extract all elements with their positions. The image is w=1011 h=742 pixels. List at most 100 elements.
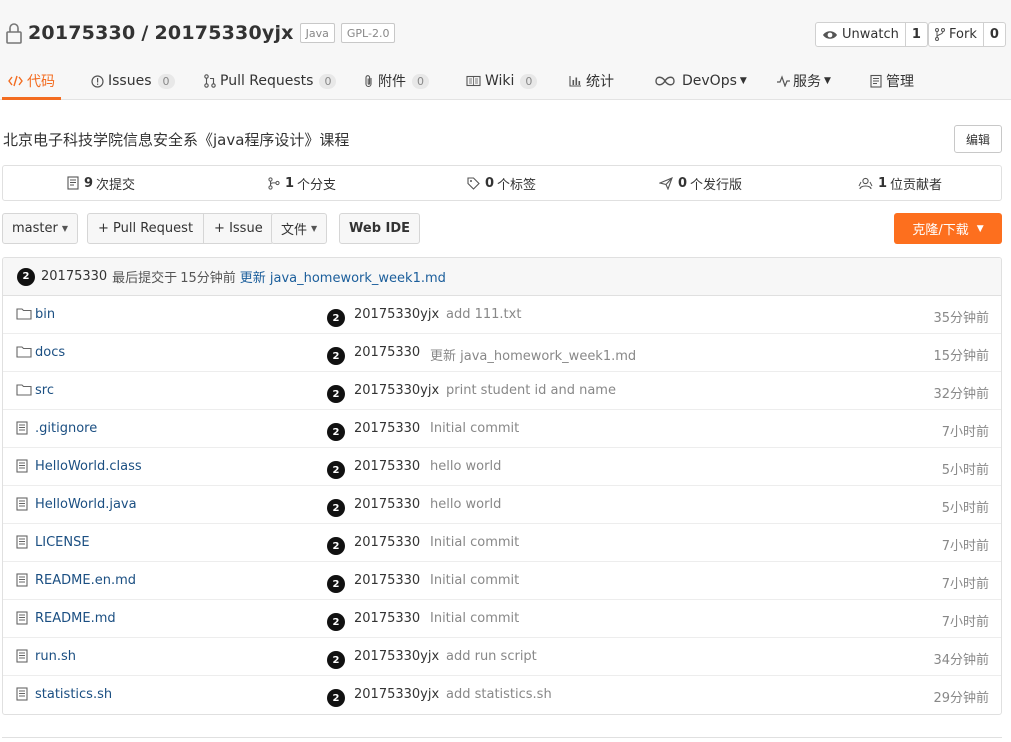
table-row[interactable]: README.en.md 2 20175330 Initial commit 7小时前 (3, 562, 1001, 600)
language-tag[interactable]: Java (299, 23, 335, 43)
commit-author[interactable]: 20175330 (354, 497, 420, 512)
tab-pull-requests[interactable]: Pull Requests 0 (204, 62, 337, 100)
commit-time: 7小时前 (941, 425, 989, 440)
commit-message[interactable]: add run script (446, 649, 537, 664)
file-icon (16, 535, 28, 549)
commit-author[interactable]: 20175330yjx (354, 383, 439, 398)
tab-issues[interactable]: Issues 0 (91, 62, 175, 100)
table-row[interactable]: run.sh 2 20175330yjx add run script 34分钟前 (3, 638, 1001, 676)
branch-select[interactable]: master ▼ (2, 213, 78, 244)
file-name[interactable]: HelloWorld.class (35, 459, 142, 474)
stat-branches[interactable]: 1 个分支 (268, 166, 336, 200)
avatar[interactable]: 2 (327, 651, 345, 669)
commit-author[interactable]: 20175330 (354, 611, 420, 626)
file-name[interactable]: README.md (35, 611, 116, 626)
folder-icon-wrap (16, 345, 32, 362)
repo-title[interactable]: 20175330 / 20175330yjx (28, 22, 294, 44)
file-name[interactable]: .gitignore (35, 421, 97, 436)
file-name[interactable]: statistics.sh (35, 687, 112, 702)
tab-services[interactable]: 服务 ▼ (776, 62, 831, 100)
table-row[interactable]: statistics.sh 2 20175330yjx add statistics.… (3, 676, 1001, 714)
commit-message[interactable]: add statistics.sh (446, 687, 552, 702)
attachments-count-badge: 0 (412, 73, 429, 89)
commit-message[interactable]: hello world (430, 459, 501, 474)
commit-author[interactable]: 20175330 (354, 535, 420, 550)
commit-message[interactable]: add 111.txt (446, 307, 521, 322)
avatar[interactable]: 2 (327, 499, 345, 517)
table-row[interactable]: HelloWorld.class 2 20175330 hello world 5小时前 (3, 448, 1001, 486)
repo-name[interactable]: 20175330yjx (155, 22, 294, 44)
new-pull-request-button[interactable]: + Pull Request (88, 214, 203, 243)
stat-commits[interactable]: 9 次提交 (67, 166, 135, 200)
avatar[interactable]: 2 (327, 689, 345, 707)
commit-author[interactable]: 20175330 (354, 421, 420, 436)
commits-label: 次提交 (96, 177, 136, 193)
commit-message[interactable]: Initial commit (430, 535, 519, 550)
web-ide-button[interactable]: Web IDE (339, 213, 421, 244)
fork-button[interactable]: Fork (929, 23, 983, 46)
tab-code[interactable]: 代码 (2, 62, 61, 100)
avatar[interactable]: 2 (327, 575, 345, 593)
clone-download-button[interactable]: 克隆/下载 ▼ (894, 213, 1002, 244)
avatar[interactable]: 2 (327, 347, 345, 365)
tab-wiki[interactable]: Wiki 0 (466, 62, 538, 100)
avatar[interactable]: 2 (327, 385, 345, 403)
file-icon-wrap (16, 687, 28, 705)
file-name[interactable]: run.sh (35, 649, 76, 664)
files-dropdown[interactable]: 文件 ▼ (271, 213, 328, 244)
file-name[interactable]: LICENSE (35, 535, 90, 550)
table-row[interactable]: LICENSE 2 20175330 Initial commit 7小时前 (3, 524, 1001, 562)
commit-time: 7小时前 (941, 577, 989, 592)
commit-author[interactable]: 20175330yjx (354, 649, 439, 664)
edit-description-button[interactable]: 编辑 (954, 125, 1002, 153)
stat-tags[interactable]: 0 个标签 (467, 166, 536, 200)
stat-contributors[interactable]: 1 位贡献者 (858, 166, 942, 200)
new-issue-button[interactable]: + Issue (203, 214, 273, 243)
commit-author[interactable]: 20175330yjx (354, 687, 439, 702)
table-row[interactable]: docs 2 20175330 更新 java_homework_week1.md 15… (3, 334, 1001, 372)
file-name[interactable]: bin (35, 307, 55, 322)
stat-releases[interactable]: 0 个发行版 (659, 166, 742, 200)
file-name[interactable]: README.en.md (35, 573, 136, 588)
tab-manage-label: 管理 (886, 74, 914, 90)
commit-time: 7小时前 (941, 539, 989, 554)
tab-manage[interactable]: 管理 (870, 62, 914, 100)
table-row[interactable]: bin 2 20175330yjx add 111.txt 35分钟前 (3, 296, 1001, 334)
last-commit-message[interactable]: 更新 java_homework_week1.md (240, 267, 446, 286)
commit-message[interactable]: Initial commit (430, 573, 519, 588)
avatar[interactable]: 2 (17, 267, 35, 286)
watch-count[interactable]: 1 (904, 23, 927, 46)
avatar[interactable]: 2 (327, 423, 345, 441)
file-name[interactable]: src (35, 383, 54, 398)
folder-icon (16, 308, 32, 320)
table-row[interactable]: HelloWorld.java 2 20175330 hello world 5小时前 (3, 486, 1001, 524)
license-tag[interactable]: GPL-2.0 (340, 23, 396, 43)
file-name[interactable]: docs (35, 345, 65, 360)
commit-message[interactable]: Initial commit (430, 421, 519, 436)
unwatch-button[interactable]: Unwatch (816, 23, 905, 46)
avatar[interactable]: 2 (327, 461, 345, 479)
commit-author[interactable]: 20175330 (354, 573, 420, 588)
table-row[interactable]: .gitignore 2 20175330 Initial commit 7小时前 (3, 410, 1001, 448)
tab-devops[interactable]: DevOps ▼ (655, 62, 747, 100)
commit-message[interactable]: Initial commit (430, 611, 519, 626)
table-row[interactable]: src 2 20175330yjx print student id and name… (3, 372, 1001, 410)
table-row[interactable]: README.md 2 20175330 Initial commit 7小时前 (3, 600, 1001, 638)
avatar[interactable]: 2 (327, 309, 345, 327)
commit-author[interactable]: 20175330 (354, 459, 420, 474)
tab-attachments[interactable]: 附件 0 (364, 62, 429, 100)
commit-author[interactable]: 20175330 (354, 345, 420, 360)
commit-message[interactable]: print student id and name (446, 383, 616, 398)
last-commit-author[interactable]: 20175330 (41, 269, 107, 284)
tags-count: 0 (485, 175, 495, 191)
file-name[interactable]: HelloWorld.java (35, 497, 137, 512)
commit-message[interactable]: 更新 java_homework_week1.md (430, 345, 636, 364)
avatar-wrap: 2 (327, 575, 345, 593)
tab-statistics[interactable]: 统计 (569, 62, 614, 100)
avatar[interactable]: 2 (327, 613, 345, 631)
repo-owner[interactable]: 20175330 (28, 22, 135, 44)
fork-count[interactable]: 0 (982, 23, 1005, 46)
avatar[interactable]: 2 (327, 537, 345, 555)
commit-message[interactable]: hello world (430, 497, 501, 512)
commit-author[interactable]: 20175330yjx (354, 307, 439, 322)
